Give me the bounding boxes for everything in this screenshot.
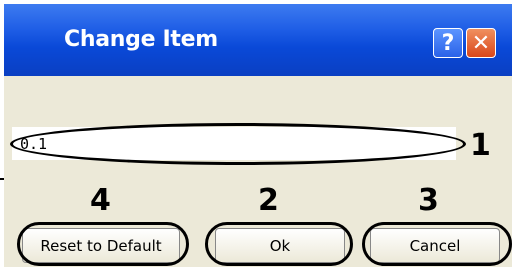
help-icon: ? bbox=[441, 30, 455, 56]
reset-to-default-button[interactable]: Reset to Default bbox=[22, 228, 180, 263]
help-button[interactable]: ? bbox=[433, 28, 463, 58]
edge-tick bbox=[0, 178, 4, 180]
reset-button-label: Reset to Default bbox=[40, 236, 162, 255]
value-input[interactable] bbox=[12, 127, 456, 160]
title-bar[interactable]: Change Item ? ✕ bbox=[4, 4, 512, 76]
cancel-button[interactable]: Cancel bbox=[370, 228, 500, 263]
close-button[interactable]: ✕ bbox=[466, 28, 496, 58]
close-icon: ✕ bbox=[471, 30, 491, 56]
cancel-button-label: Cancel bbox=[409, 236, 461, 255]
ok-button[interactable]: Ok bbox=[215, 228, 345, 263]
annotation-number-3: 3 bbox=[418, 183, 439, 218]
annotation-number-4: 4 bbox=[90, 183, 111, 218]
ok-button-label: Ok bbox=[269, 236, 291, 255]
annotation-number-2: 2 bbox=[258, 183, 279, 218]
annotation-number-1: 1 bbox=[470, 128, 491, 163]
dialog-title: Change Item bbox=[64, 27, 218, 52]
